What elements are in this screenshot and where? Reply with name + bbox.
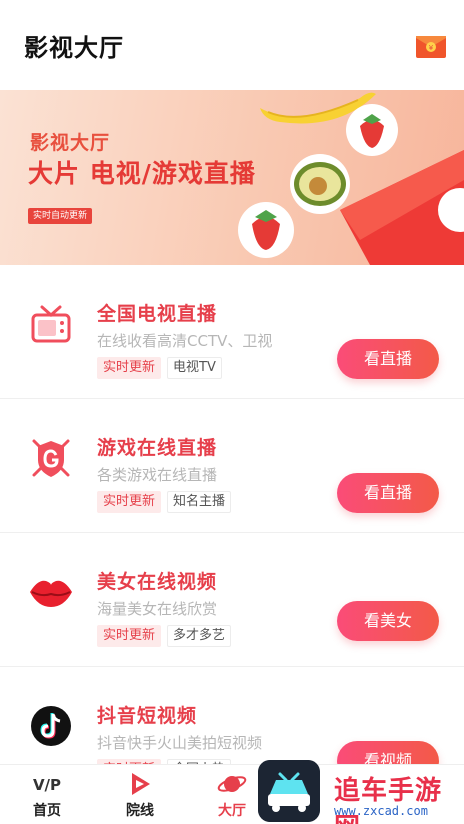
car-logo-icon: [258, 760, 320, 822]
tag-category: 多才多艺: [167, 625, 232, 647]
tab-label: 首页: [33, 803, 61, 819]
tv-icon: [31, 305, 71, 343]
tab-home[interactable]: V/P 首页: [12, 765, 82, 824]
lips-icon: [30, 580, 72, 607]
site-watermark: 追车手游网 www.zxcad.com: [258, 758, 464, 824]
watch-live-button[interactable]: 看直播: [337, 339, 439, 379]
svg-text:¥: ¥: [429, 44, 434, 52]
fruit-illustration: [238, 92, 464, 265]
banner-subtitle: 影视大厅: [30, 132, 111, 154]
card-title: 全国电视直播: [97, 303, 218, 325]
tab-label: 院线: [126, 803, 154, 819]
tab-hall[interactable]: 大厅: [197, 765, 267, 824]
vip-icon: V/P: [33, 776, 61, 794]
tag-category: 电视TV: [167, 357, 222, 379]
card-description: 海量美女在线欣赏: [97, 600, 218, 618]
watch-beauty-button[interactable]: 看美女: [337, 601, 439, 641]
play-icon: [132, 773, 150, 795]
tag-realtime: 实时更新: [97, 357, 162, 379]
banner-tag: 实时自动更新: [28, 208, 93, 224]
planet-icon: [217, 776, 247, 792]
card-description: 抖音快手火山美拍短视频: [97, 734, 263, 752]
card-description: 在线收看高清CCTV、卫视: [97, 332, 273, 350]
watermark-url: www.zxcad.com: [334, 804, 428, 818]
card-tags: 实时更新 知名主播: [97, 491, 232, 513]
game-shield-icon: [32, 439, 70, 477]
card-description: 各类游戏在线直播: [97, 466, 218, 484]
tag-realtime: 实时更新: [97, 625, 162, 647]
card-tags: 实时更新 多才多艺: [97, 625, 232, 647]
tiktok-icon: [31, 706, 71, 746]
tag-realtime: 实时更新: [97, 491, 162, 513]
card-title: 抖音短视频: [97, 705, 198, 727]
card-title: 游戏在线直播: [97, 437, 218, 459]
svg-text:V/P: V/P: [33, 776, 61, 794]
list-item[interactable]: 美女在线视频 海量美女在线欣赏 实时更新 多才多艺 看美女: [0, 533, 464, 667]
list-item[interactable]: 游戏在线直播 各类游戏在线直播 实时更新 知名主播 看直播: [0, 399, 464, 533]
list-item[interactable]: 全国电视直播 在线收看高清CCTV、卫视 实时更新 电视TV 看直播: [0, 265, 464, 399]
watch-live-button[interactable]: 看直播: [337, 473, 439, 513]
header: 影视大厅 ¥: [0, 0, 464, 90]
tag-category: 知名主播: [167, 491, 232, 513]
card-title: 美女在线视频: [97, 571, 218, 593]
tab-label: 大厅: [218, 803, 246, 819]
page-title: 影视大厅: [24, 34, 124, 62]
tab-cinema[interactable]: 院线: [105, 765, 175, 824]
promo-banner[interactable]: 影视大厅 大片 电视/游戏直播 实时自动更新: [0, 90, 464, 265]
card-tags: 实时更新 电视TV: [97, 357, 222, 379]
red-envelope-icon[interactable]: ¥: [416, 34, 446, 60]
